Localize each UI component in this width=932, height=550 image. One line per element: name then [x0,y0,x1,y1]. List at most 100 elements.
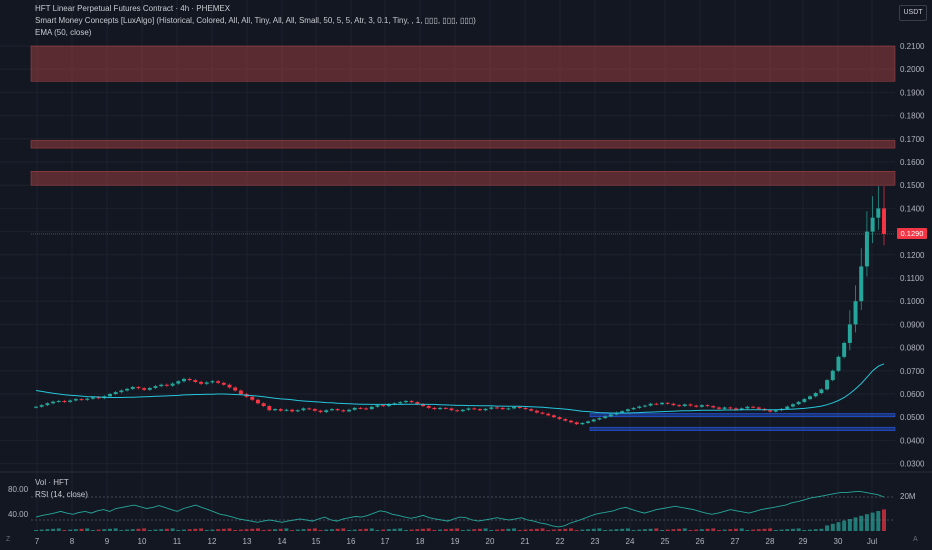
volume-bar [335,528,340,531]
smc-indicator-label[interactable]: Smart Money Concepts [LuxAlgo] (Historic… [35,16,476,26]
candle-body [432,407,437,410]
candle-body [312,409,317,411]
corner-left-label[interactable]: Z [6,536,10,543]
price-tick-label: 0.0300 [900,460,925,469]
volume-bar [51,528,56,531]
candle-body [665,402,670,404]
volume-bar [614,529,619,531]
candle-body [489,407,494,409]
volume-bar [546,530,551,531]
volume-bar [301,529,306,531]
candle-body [45,403,50,406]
candle-body [751,406,756,408]
candle-body [825,380,830,390]
volume-bar [347,530,352,531]
volume-bar [534,528,539,531]
candle-body [523,407,528,410]
candle-body [631,407,636,410]
currency-button[interactable]: USDT [899,5,927,21]
volume-bar [563,528,568,531]
candle-body [716,407,721,409]
candle-body [819,389,824,394]
volume-bar [876,511,881,531]
candle-body [608,414,613,417]
time-tick-label: 11 [173,537,182,546]
time-tick-label: 27 [731,537,740,546]
candle-body [113,392,118,394]
volume-bar [96,529,101,531]
volume-bar [455,528,460,531]
candle-body [358,407,363,409]
time-tick-label: 19 [451,537,460,546]
volume-bar [227,528,232,531]
candle-body [62,400,67,402]
candle-body [842,342,847,357]
volume-bar [415,529,420,531]
candle-body [557,417,562,420]
rsi-label[interactable]: RSI (14, close) [35,490,88,500]
volume-bar [682,528,687,531]
candle-body [625,409,630,412]
price-axis: 0.2100 0.2000 0.1900 0.1800 0.1700 0.1600 0.15… [900,42,925,469]
time-tick-label: 13 [243,537,252,546]
candle-body [403,400,408,403]
volume-bar [785,529,790,531]
volume-bar [768,528,773,531]
volume-bar [392,528,397,531]
volume-label[interactable]: Vol · HFT [35,478,69,488]
candle-body [517,406,522,408]
volume-bar [551,529,556,531]
volume-bar [699,529,704,531]
candle-body [682,404,687,407]
candle-body [278,409,283,411]
volume-bar [574,530,579,531]
candle-body [364,408,369,410]
price-tick-label: 0.0900 [900,320,925,329]
time-tick-label: 29 [799,537,808,546]
volume-bar [267,529,272,531]
candle-body [847,324,852,343]
candle-body [39,405,44,407]
volume-bar [113,528,118,531]
time-axis: 7 8 9 10 11 12 13 14 15 16 17 18 19 20 21 22 23 24 25 26 27 2… [35,537,878,546]
volume-bar [734,528,739,531]
price-tick-label: 0.1200 [900,251,925,260]
time-tick-label: 9 [105,537,110,546]
volume-bar [477,528,482,531]
candle-body [637,406,642,408]
volume-bar [170,528,175,531]
candle-body [227,384,232,388]
corner-right-label[interactable]: A [913,536,918,543]
price-tick-label: 0.2000 [900,65,925,74]
volume-bar [398,528,403,531]
candle-body [307,408,312,410]
candle-body [506,408,511,410]
volume-bar [62,530,67,531]
candle-body [159,384,164,387]
candle-body [204,382,209,384]
volume-bar [432,530,437,531]
candle-body [546,413,551,416]
candle-body [790,404,795,407]
candle-body [295,410,300,412]
candle-body [756,407,761,409]
candle-body [512,406,517,409]
volume-bar [199,528,204,531]
candle-body [68,400,73,402]
candle-body [181,378,186,382]
candle-body [290,409,295,412]
candle-body [660,402,665,405]
time-tick-label: 24 [626,537,635,546]
time-tick-label: 23 [591,537,600,546]
candle-body [352,407,357,410]
volume-bar [483,528,488,531]
volume-bar [369,528,374,531]
volume-bar [381,529,386,531]
volume-bar [159,529,164,531]
volume-bar [261,530,266,531]
volume-bar [739,528,744,531]
volume-bar [677,528,682,531]
ema-indicator-label[interactable]: EMA (50, close) [35,28,91,38]
chart-canvas[interactable]: 0.2100 0.2000 0.1900 0.1800 0.1700 0.1600 0.15… [0,0,932,550]
volume-bar [34,530,38,531]
